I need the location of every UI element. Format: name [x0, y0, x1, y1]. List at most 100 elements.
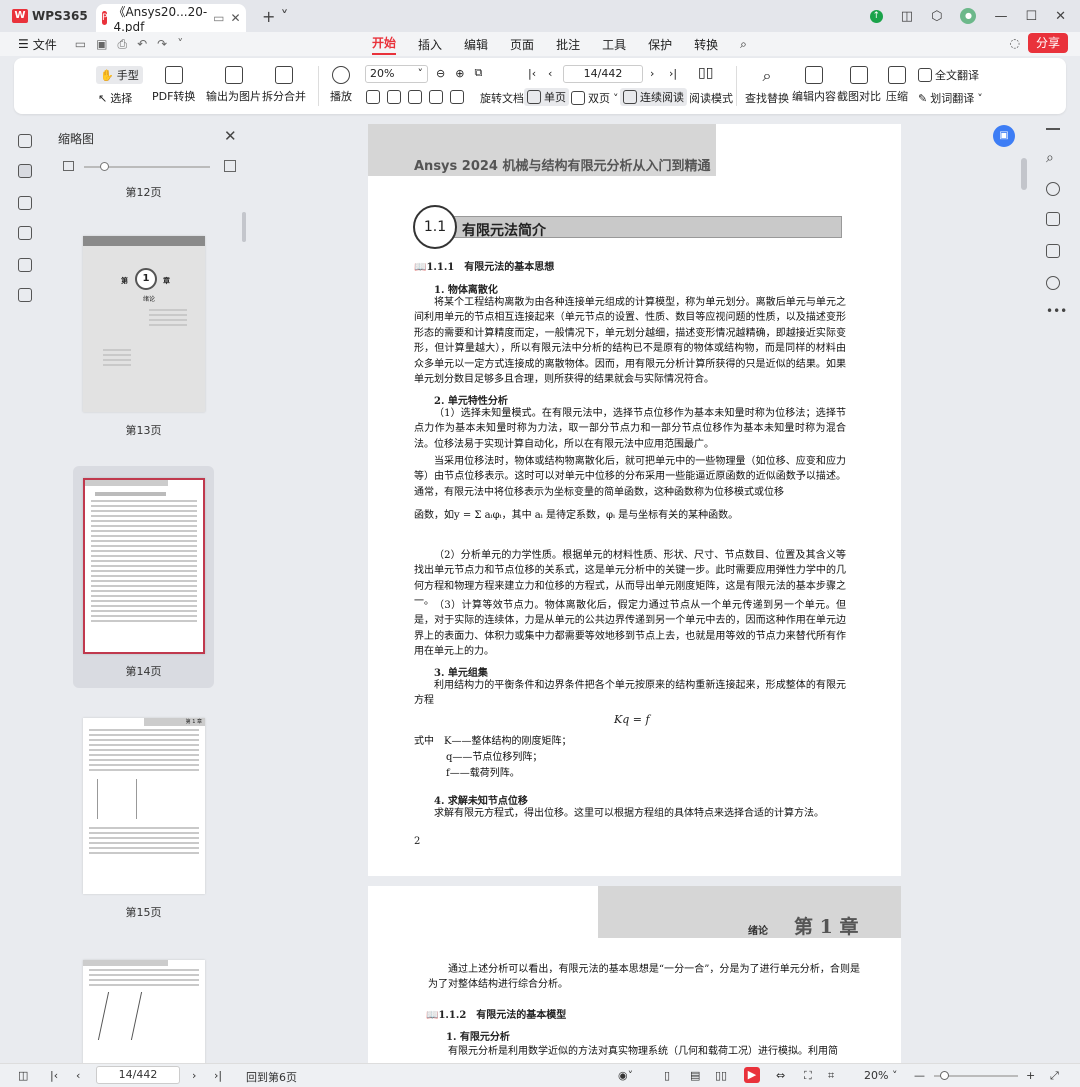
- window-icon[interactable]: ▭: [213, 11, 224, 25]
- save-icon[interactable]: ▣: [96, 37, 107, 52]
- last-page-icon[interactable]: ›|: [669, 67, 677, 80]
- export-image-button[interactable]: 输出为图片: [206, 66, 261, 104]
- fit-icon[interactable]: ⧉: [474, 66, 482, 80]
- zoom-out-icon[interactable]: —: [914, 1069, 925, 1082]
- tab-start[interactable]: 开始: [372, 34, 397, 55]
- chevron-down-icon[interactable]: ˅: [892, 1069, 898, 1082]
- book-icon[interactable]: ▯▯: [698, 65, 713, 81]
- fit-page-icon[interactable]: ⛶: [804, 1069, 812, 1083]
- tab-edit[interactable]: 编辑: [464, 36, 488, 53]
- signature-icon[interactable]: [18, 258, 32, 272]
- edit-content-button[interactable]: 编辑内容: [792, 66, 836, 104]
- minimize-button[interactable]: —: [994, 9, 1007, 24]
- find-replace-button[interactable]: ⌕ 查找替换: [745, 66, 789, 106]
- thumbnail-page-12[interactable]: 第12页: [73, 184, 214, 206]
- screenshot-compare-button[interactable]: 截图对比: [837, 66, 881, 104]
- tab-annotate[interactable]: 批注: [556, 36, 580, 53]
- settings-icon[interactable]: [1046, 212, 1060, 226]
- zoom-in-icon[interactable]: +: [1026, 1069, 1035, 1082]
- file-menu[interactable]: ☰ 文件: [0, 36, 57, 53]
- crop-icon[interactable]: ⌗: [828, 1069, 834, 1083]
- back-to-page-link[interactable]: 回到第6页: [246, 1069, 297, 1085]
- rotate-left-icon[interactable]: [429, 90, 443, 104]
- share-button[interactable]: 分享: [1027, 33, 1068, 53]
- status-zoom[interactable]: 20%: [864, 1069, 888, 1082]
- more-icon[interactable]: •••: [1046, 304, 1067, 318]
- slider-handle[interactable]: [100, 162, 109, 171]
- zoom-slider-handle[interactable]: [940, 1071, 949, 1080]
- double-view-icon[interactable]: ▯▯: [715, 1069, 727, 1082]
- word-translate-button[interactable]: ✎ 划词翻译 ˅: [918, 90, 983, 106]
- new-tab-button[interactable]: + ˅: [262, 7, 289, 26]
- layout-icon[interactable]: ◫: [901, 9, 913, 24]
- thumbnail-page-14[interactable]: 第14页: [73, 466, 214, 688]
- tab-protect[interactable]: 保护: [648, 36, 672, 53]
- first-page-icon[interactable]: |‹: [50, 1069, 58, 1082]
- thumbnail-icon[interactable]: [18, 164, 32, 178]
- cube-icon[interactable]: ⬡: [931, 9, 942, 24]
- help-icon[interactable]: [1046, 276, 1060, 290]
- page-input[interactable]: 14/442: [563, 65, 643, 83]
- bookmark-icon[interactable]: [18, 134, 32, 148]
- print-icon[interactable]: ⎙: [117, 37, 127, 52]
- close-tab-icon[interactable]: ✕: [231, 11, 241, 25]
- tab-page[interactable]: 页面: [510, 36, 534, 53]
- continuous-view-icon[interactable]: ▤: [690, 1069, 700, 1082]
- tab-insert[interactable]: 插入: [418, 36, 442, 53]
- rotate-document-button[interactable]: 旋转文档: [480, 90, 524, 106]
- reader-icon[interactable]: [1046, 244, 1060, 258]
- tab-tools[interactable]: 工具: [602, 36, 626, 53]
- document-scrollbar[interactable]: [1021, 158, 1027, 190]
- refresh-icon[interactable]: [1046, 182, 1060, 196]
- frame-icon[interactable]: [408, 90, 422, 104]
- panel-scrollbar[interactable]: [242, 212, 246, 242]
- large-image-icon[interactable]: [224, 160, 236, 172]
- eye-icon[interactable]: ◉˅: [618, 1069, 633, 1082]
- minus-icon[interactable]: [1046, 128, 1060, 130]
- double-page-button[interactable]: 双页 ˅: [571, 90, 619, 106]
- first-page-icon[interactable]: |‹: [528, 67, 536, 80]
- single-page-button[interactable]: 单页: [524, 88, 569, 106]
- message-icon[interactable]: ◌: [1010, 36, 1020, 50]
- layers-icon[interactable]: [18, 288, 32, 302]
- avatar[interactable]: ●: [960, 8, 977, 24]
- fit-width-icon[interactable]: ⇔: [776, 1069, 785, 1082]
- play-icon[interactable]: ▶: [744, 1067, 760, 1083]
- thumbnail-page-16[interactable]: [73, 948, 214, 1063]
- maximize-button[interactable]: ☐: [1025, 9, 1037, 24]
- fullscreen-icon[interactable]: ⤢: [1050, 1069, 1059, 1083]
- hand-tool-button[interactable]: ✋ 手型: [96, 66, 143, 84]
- zoom-in-icon[interactable]: ⊕: [455, 67, 464, 80]
- prev-page-icon[interactable]: ‹: [76, 1069, 80, 1082]
- crop-icon[interactable]: [387, 90, 401, 104]
- close-icon[interactable]: ✕: [224, 127, 237, 145]
- folder-icon[interactable]: ▭: [75, 37, 86, 52]
- ai-assistant-button[interactable]: ▣: [993, 125, 1015, 147]
- close-button[interactable]: ✕: [1055, 9, 1066, 24]
- search-icon[interactable]: ⌕: [740, 37, 747, 52]
- sidebar-toggle-icon[interactable]: ◫: [18, 1069, 28, 1082]
- small-image-icon[interactable]: [63, 161, 74, 171]
- app-logo[interactable]: W WPS365: [0, 0, 100, 32]
- tab-convert[interactable]: 转换: [694, 36, 718, 53]
- prev-page-icon[interactable]: ‹: [548, 67, 552, 80]
- next-page-icon[interactable]: ›: [192, 1069, 196, 1082]
- undo-icon[interactable]: ↶: [137, 37, 147, 52]
- comment-icon[interactable]: [18, 196, 32, 210]
- read-mode-button[interactable]: 阅读模式: [689, 90, 733, 106]
- chevron-down-icon[interactable]: ˅: [177, 37, 183, 52]
- compress-button[interactable]: 压缩: [886, 66, 908, 104]
- play-button[interactable]: 播放: [330, 66, 352, 104]
- continuous-read-button[interactable]: 连续阅读: [620, 88, 687, 106]
- upload-status-icon[interactable]: ↑: [869, 9, 883, 23]
- full-translate-button[interactable]: 全文翻译: [918, 67, 979, 83]
- split-merge-button[interactable]: 拆分合并: [262, 66, 306, 104]
- search-icon[interactable]: ⌕: [1046, 150, 1054, 166]
- status-page-input[interactable]: 14/442: [96, 1066, 180, 1084]
- single-page-view-icon[interactable]: ▯: [664, 1069, 670, 1082]
- rotate-right-icon[interactable]: [450, 90, 464, 104]
- thumbnail-page-15[interactable]: 第 1 章 第15页: [73, 706, 214, 931]
- pdf-convert-button[interactable]: PDF转换: [152, 66, 195, 104]
- zoom-out-icon[interactable]: ⊖: [436, 67, 445, 80]
- document-tab[interactable]: P 《Ansys20...20-4.pdf ▭ ✕: [96, 4, 246, 34]
